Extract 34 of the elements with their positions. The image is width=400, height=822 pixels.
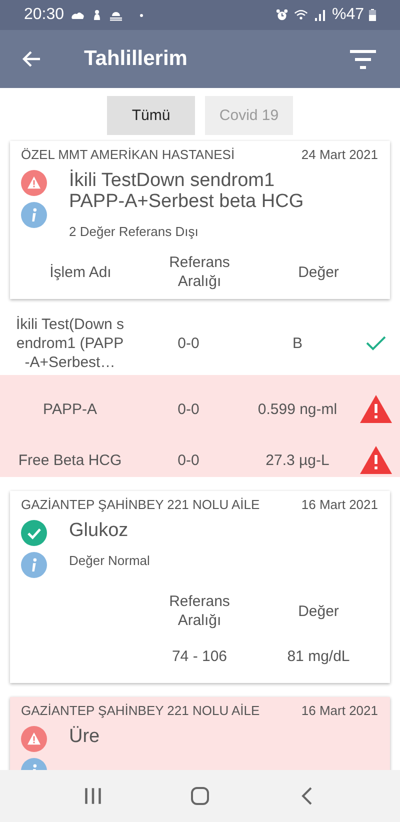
table-cell: 0-0: [178, 400, 200, 418]
filter-tab[interactable]: Tümü: [107, 96, 195, 135]
battery-level: %47: [332, 6, 364, 24]
result-card[interactable]: ÖZEL MMT AMERİKAN HASTANESİ 24 Mart 2021 İkili TestDown sendrom1 PAPP-A+Serbest beta HCG 2 Değer Referans Dışı İşlem Adı Referans Aralığı Değer: [10, 141, 390, 299]
column-header: İşlem Adı: [50, 262, 112, 282]
table-cell-text: PAPP-A: [42, 400, 98, 418]
result-date: 16 Mart 2021: [301, 497, 378, 512]
hospital-name: ÖZEL MMT AMERİKAN HASTANESİ: [21, 147, 235, 162]
result-date: 24 Mart 2021: [301, 147, 378, 162]
result-card[interactable]: GAZİANTEP ŞAHİNBEY 221 NOLU AİLE 16 Mart 2021 Üre: [10, 697, 390, 770]
column-header: Değer: [298, 262, 339, 282]
result-summary: Değer Normal: [69, 553, 150, 568]
table-cell: 0-0: [178, 334, 200, 352]
table-cell: B: [292, 334, 302, 352]
table-cell: 74 - 106: [172, 648, 228, 665]
result-date: 16 Mart 2021: [301, 703, 378, 718]
column-header: Değer: [298, 602, 339, 620]
table-cell-text: Free Beta HCG: [17, 450, 123, 470]
result-summary: 2 Değer Referans Dışı: [69, 224, 200, 239]
table-cell: 0.599 ng-ml: [258, 400, 338, 418]
status-time: 20:30: [24, 6, 64, 24]
hospital-name: GAZİANTEP ŞAHİNBEY 221 NOLU AİLE: [21, 497, 260, 512]
column-header: Referans Aralığı: [168, 592, 231, 630]
table-cell: 0-0: [178, 452, 200, 468]
table-cell: 27.3 µg-L: [266, 452, 330, 468]
hospital-name: GAZİANTEP ŞAHİNBEY 221 NOLU AİLE: [21, 703, 260, 718]
column-header: Referans Aralığı: [168, 253, 231, 291]
result-card[interactable]: GAZİANTEP ŞAHİNBEY 221 NOLU AİLE 16 Mart 2021 Glukoz Değer Normal Referans Aralığı Değer 74 - 106 81 mg/dL: [10, 491, 390, 683]
test-title: İkili TestDown sendrom1 PAPP-A+Serbest beta HCG: [69, 170, 305, 212]
table-cell: 81 mg/dL: [287, 648, 350, 665]
test-title: Üre: [69, 726, 100, 747]
table-cell-text: İkili Test(Down sendrom1 (PAPP-A+Serbest…: [14, 314, 126, 372]
test-title: Glukoz: [69, 520, 130, 541]
screen-title: Tahlillerim: [84, 47, 188, 71]
